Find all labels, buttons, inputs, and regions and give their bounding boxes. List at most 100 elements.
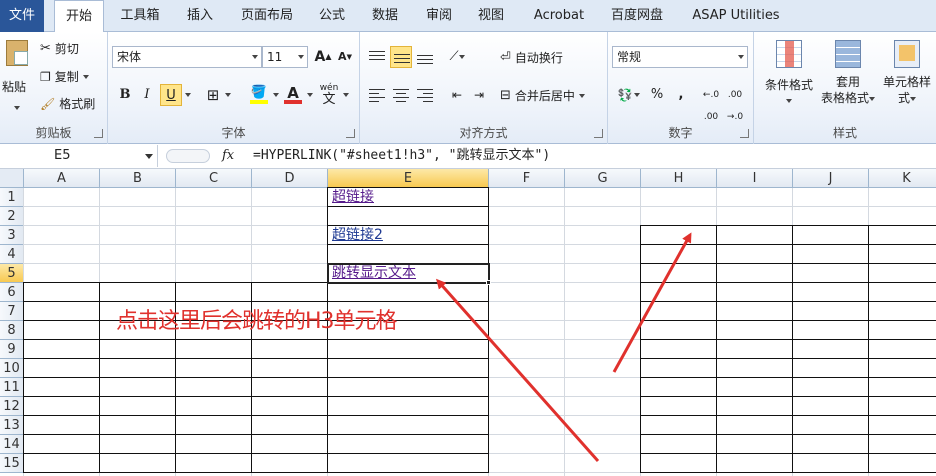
table-style-icon xyxy=(835,40,861,68)
grow-font-button[interactable]: A▲ xyxy=(312,46,334,68)
text-orientation-icon: ⟋ xyxy=(449,49,459,64)
number-group-label: 数字 xyxy=(668,126,693,140)
styles-group-label: 样式 xyxy=(832,126,857,140)
align-right-icon xyxy=(417,89,433,105)
tab-data[interactable]: 数据 xyxy=(362,0,408,32)
decrease-indent-button[interactable]: ⇤ xyxy=(446,84,468,106)
border-dropdown[interactable] xyxy=(222,84,234,106)
chevron-down-icon xyxy=(298,55,304,59)
accounting-format-dropdown[interactable] xyxy=(632,84,642,106)
copy-dropdown-icon xyxy=(82,74,89,79)
wrap-text-button[interactable]: ⏎ 自动换行 xyxy=(500,49,563,66)
conditional-formatting-button[interactable]: 条件格式 xyxy=(758,36,820,114)
clipboard-group: 粘贴 ✂ 剪切 ❐ 复制 🖌 格式刷 剪贴板 xyxy=(0,32,108,144)
font-size-combo[interactable]: 11 xyxy=(262,46,308,68)
format-painter-button[interactable]: 🖌 格式刷 xyxy=(40,95,95,112)
paste-clipboard-icon xyxy=(6,40,28,66)
increase-indent-button[interactable]: ⇥ xyxy=(468,84,490,106)
underline-dropdown[interactable] xyxy=(182,84,194,106)
phonetic-button[interactable]: wén 文 xyxy=(318,82,340,107)
border-button[interactable]: ⊞ xyxy=(202,84,224,106)
tab-baidu-netdisk[interactable]: 百度网盘 xyxy=(604,0,670,32)
number-dialog-launcher[interactable] xyxy=(740,129,749,138)
tab-toolbox[interactable]: 工具箱 xyxy=(112,0,168,32)
borders-icon: ⊞ xyxy=(206,86,220,104)
increase-decimal-icon: ←.0.00 xyxy=(702,90,720,122)
comma-style-button[interactable]: , xyxy=(670,84,692,106)
tab-review[interactable]: 审阅 xyxy=(416,0,462,32)
align-top-button[interactable] xyxy=(366,46,388,68)
bold-button[interactable]: B xyxy=(114,84,136,106)
format-as-table-button[interactable]: 套用 表格格式 xyxy=(820,36,876,114)
worksheet-grid[interactable]: A B C D E F G H I J K 1 2 3 4 5 6 7 8 9 … xyxy=(0,169,936,476)
align-bottom-button[interactable] xyxy=(414,46,436,68)
chevron-down-icon xyxy=(458,54,465,59)
chevron-down-icon xyxy=(786,98,792,103)
chevron-down-icon xyxy=(343,92,349,97)
font-color-dropdown[interactable] xyxy=(304,84,316,106)
number-format-combo[interactable]: 常规 xyxy=(612,46,748,68)
align-center-button[interactable] xyxy=(390,84,412,106)
phonetic-icon: 文 xyxy=(322,92,336,107)
align-middle-button[interactable] xyxy=(390,46,412,68)
tab-formulas[interactable]: 公式 xyxy=(310,0,354,32)
font-name-combo[interactable]: 宋体 xyxy=(112,46,262,68)
increase-indent-icon: ⇥ xyxy=(473,88,485,102)
paste-dropdown-icon xyxy=(14,105,20,110)
italic-button[interactable]: I xyxy=(136,84,158,106)
cell-styles-button[interactable]: 单元格样 式 xyxy=(878,36,936,114)
tab-insert[interactable]: 插入 xyxy=(178,0,222,32)
styles-group: 条件格式 套用 表格格式 单元格样 式 样式 xyxy=(754,32,936,144)
scissors-icon: ✂ xyxy=(40,41,51,56)
align-left-icon xyxy=(369,89,385,105)
tab-view[interactable]: 视图 xyxy=(468,0,514,32)
phonetic-dropdown[interactable] xyxy=(340,84,352,106)
font-color-button[interactable]: A xyxy=(282,82,304,104)
currency-icon: 💱 xyxy=(617,88,633,102)
orientation-button[interactable]: ⟋ xyxy=(446,46,468,68)
paste-button[interactable]: 粘贴 xyxy=(2,38,32,110)
clipboard-group-label: 剪贴板 xyxy=(35,126,72,140)
align-center-icon xyxy=(393,89,409,105)
font-group: 宋体 11 A▲ A▼ B I U ⊞ 🪣 A wén 文 字体 xyxy=(108,32,360,144)
wrap-text-icon: ⏎ xyxy=(500,50,511,65)
triangle-up-icon: ▲ xyxy=(325,52,332,61)
chevron-down-icon xyxy=(910,96,916,101)
underline-button[interactable]: U xyxy=(160,84,182,106)
chevron-down-icon xyxy=(578,93,585,98)
decrease-indent-icon: ⇤ xyxy=(451,88,463,102)
name-box[interactable]: E5 xyxy=(0,145,158,167)
alignment-group: ⟋ ⏎ 自动换行 ⇤ ⇥ ⊟ 合并后居中 对齐方式 xyxy=(360,32,608,144)
align-left-button[interactable] xyxy=(366,84,388,106)
align-bottom-icon xyxy=(417,55,433,67)
alignment-dialog-launcher[interactable] xyxy=(594,129,603,138)
cut-button[interactable]: ✂ 剪切 xyxy=(40,40,79,57)
insert-function-button[interactable]: fx xyxy=(222,144,234,168)
tab-acrobat[interactable]: Acrobat xyxy=(524,0,594,32)
formula-bar-splitter[interactable] xyxy=(166,149,210,163)
merge-center-button[interactable]: ⊟ 合并后居中 xyxy=(500,87,585,104)
tab-home[interactable]: 开始 xyxy=(54,0,104,33)
decrease-decimal-button[interactable]: .00 →.0 xyxy=(724,84,746,122)
font-dialog-launcher[interactable] xyxy=(346,129,355,138)
ribbon: 粘贴 ✂ 剪切 ❐ 复制 🖌 格式刷 剪贴板 宋体 11 A▲ A▼ B I U xyxy=(0,32,936,144)
arrow-to-e5 xyxy=(436,278,600,462)
shrink-font-button[interactable]: A▼ xyxy=(334,46,356,68)
fill-color-button[interactable]: 🪣 xyxy=(248,82,270,104)
tab-asap-utilities[interactable]: ASAP Utilities xyxy=(684,0,788,32)
conditional-format-icon xyxy=(776,40,802,68)
alignment-group-label: 对齐方式 xyxy=(459,126,508,140)
tab-page-layout[interactable]: 页面布局 xyxy=(232,0,302,32)
arrow-to-h3 xyxy=(612,232,692,373)
percent-style-button[interactable]: % xyxy=(646,84,668,106)
align-right-button[interactable] xyxy=(414,84,436,106)
chevron-down-icon xyxy=(225,92,231,97)
chevron-down-icon xyxy=(307,92,313,97)
increase-decimal-button[interactable]: ←.0.00 xyxy=(700,84,722,122)
copy-button[interactable]: ❐ 复制 xyxy=(40,68,89,85)
clipboard-dialog-launcher[interactable] xyxy=(94,129,103,138)
fill-color-dropdown[interactable] xyxy=(270,84,282,106)
formula-input[interactable]: =HYPERLINK("#sheet1!h3", "跳转显示文本") xyxy=(253,144,550,168)
tab-file[interactable]: 文件 xyxy=(0,0,44,32)
cell-styles-icon xyxy=(894,40,920,68)
